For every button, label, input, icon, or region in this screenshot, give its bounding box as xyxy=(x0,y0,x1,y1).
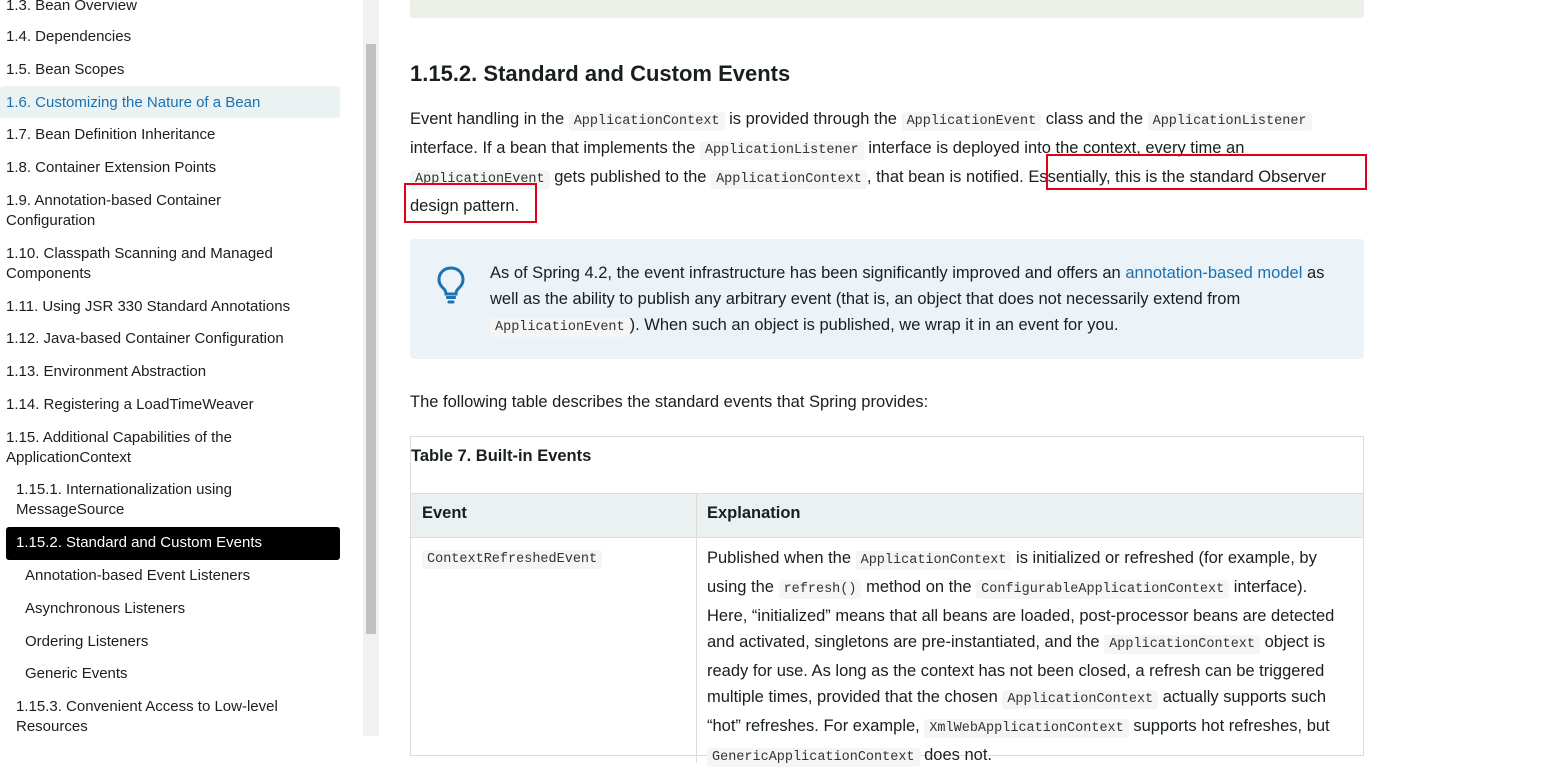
annotation-based-model-link[interactable]: annotation-based model xyxy=(1125,264,1302,282)
toc-item-bean-scopes[interactable]: 1.5. Bean Scopes xyxy=(6,60,340,80)
code-application-context: ApplicationContext xyxy=(568,112,725,131)
toc-item-ordering-listeners[interactable]: Ordering Listeners xyxy=(25,632,335,652)
code-generic-application-context: GenericApplicationContext xyxy=(707,748,920,767)
tip-admonition: As of Spring 4.2, the event infrastructu… xyxy=(410,239,1364,359)
code-application-context: ApplicationContext xyxy=(1002,690,1159,709)
table-header-row: Event Explanation xyxy=(411,493,1363,538)
table-intro-paragraph: The following table describes the standa… xyxy=(410,393,929,411)
code-application-event: ApplicationEvent xyxy=(901,112,1042,131)
toc-item-internationalization[interactable]: 1.15.1. Internationalization using Messa… xyxy=(16,480,266,520)
code-context-refreshed-event: ContextRefreshedEvent xyxy=(422,550,603,569)
lightbulb-icon xyxy=(437,266,465,304)
toc-item-container-extension-points[interactable]: 1.8. Container Extension Points xyxy=(6,158,340,178)
sidebar-scrollbar-thumb[interactable] xyxy=(366,44,376,634)
main-content: 1.15.2. Standard and Custom Events Event… xyxy=(380,0,1557,767)
table-of-contents: 1.3. Bean Overview 1.4. Dependencies 1.5… xyxy=(0,0,364,736)
toc-item-load-time-weaver[interactable]: 1.14. Registering a LoadTimeWeaver xyxy=(6,395,340,415)
table-cell-explanation: Published when the ApplicationContext is… xyxy=(707,549,1335,767)
toc-item-customizing-nature[interactable]: 1.6. Customizing the Nature of a Bean xyxy=(0,86,340,118)
toc-item-additional-capabilities[interactable]: 1.15. Additional Capabilities of the App… xyxy=(6,428,266,468)
highlight-box xyxy=(404,183,537,223)
toc-item-java-config[interactable]: 1.12. Java-based Container Configuration xyxy=(6,329,340,349)
toc-item-low-level-resources[interactable]: 1.15.3. Convenient Access to Low-level R… xyxy=(16,697,306,736)
toc-item-standard-custom-events[interactable]: 1.15.2. Standard and Custom Events xyxy=(6,527,340,560)
column-header-event: Event xyxy=(422,504,467,522)
toc-item-async-listeners[interactable]: Asynchronous Listeners xyxy=(25,599,335,619)
column-header-explanation: Explanation xyxy=(707,504,801,522)
code-application-listener: ApplicationListener xyxy=(699,141,864,160)
toc-item-generic-events[interactable]: Generic Events xyxy=(25,664,335,684)
toc-item-environment-abstraction[interactable]: 1.13. Environment Abstraction xyxy=(6,362,340,382)
code-application-listener: ApplicationListener xyxy=(1147,112,1312,131)
code-application-context: ApplicationContext xyxy=(1104,635,1261,654)
code-application-event: ApplicationEvent xyxy=(490,318,630,337)
column-divider xyxy=(696,493,697,763)
built-in-events-table: Table 7. Built-in Events Event Explanati… xyxy=(410,436,1364,767)
tip-text: As of Spring 4.2, the event infrastructu… xyxy=(490,264,1325,337)
code-configurable-application-context: ConfigurableApplicationContext xyxy=(976,580,1230,599)
admonition-block-partial xyxy=(410,0,1364,18)
code-application-context: ApplicationContext xyxy=(711,170,867,189)
toc-item-annotation-event-listeners[interactable]: Annotation-based Event Listeners xyxy=(25,566,335,586)
toc-item-dependencies[interactable]: 1.4. Dependencies xyxy=(6,27,340,47)
code-xml-web-application-context: XmlWebApplicationContext xyxy=(924,719,1129,738)
table-caption: Table 7. Built-in Events xyxy=(411,447,592,465)
toc-item-bean-definition-inheritance[interactable]: 1.7. Bean Definition Inheritance xyxy=(6,125,340,145)
toc-item-annotation-config[interactable]: 1.9. Annotation-based Container Configur… xyxy=(6,191,256,231)
toc-item-classpath-scanning[interactable]: 1.10. Classpath Scanning and Managed Com… xyxy=(6,244,296,284)
section-heading: 1.15.2. Standard and Custom Events xyxy=(410,61,791,86)
highlight-box xyxy=(1046,154,1367,190)
code-application-context: ApplicationContext xyxy=(855,551,1012,570)
code-refresh: refresh() xyxy=(778,580,862,599)
toc-item-bean-overview[interactable]: 1.3. Bean Overview xyxy=(6,0,340,16)
toc-item-jsr330[interactable]: 1.11. Using JSR 330 Standard Annotations xyxy=(6,297,340,317)
table-cell-event: ContextRefreshedEvent xyxy=(422,549,603,569)
